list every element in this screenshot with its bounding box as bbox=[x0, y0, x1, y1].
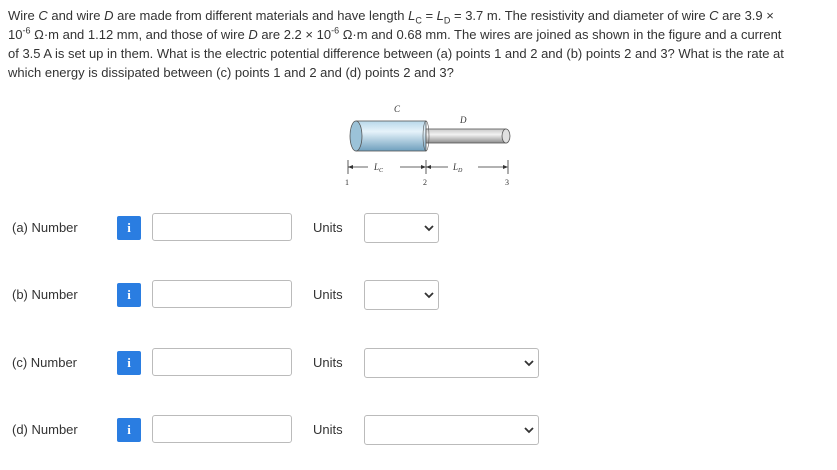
chevron-down-icon bbox=[424, 225, 434, 232]
answer-row-c: (c) Number i Units bbox=[0, 348, 837, 378]
label-ld: LD bbox=[452, 162, 463, 174]
units-select-c[interactable] bbox=[364, 348, 539, 378]
units-label: Units bbox=[313, 220, 343, 235]
number-input-b[interactable] bbox=[152, 280, 292, 308]
chevron-down-icon bbox=[524, 427, 534, 434]
wire-c bbox=[355, 120, 427, 152]
point-3-label: 3 bbox=[505, 178, 509, 187]
wire-figure: C D LC LD 1 2 3 bbox=[336, 96, 516, 190]
wire-diagram: C D LC LD 1 2 3 bbox=[345, 104, 511, 187]
answer-label: (a) Number bbox=[12, 220, 78, 235]
info-icon[interactable]: i bbox=[117, 351, 141, 375]
chevron-down-icon bbox=[424, 292, 434, 299]
answer-row-b: (b) Number i Units bbox=[0, 280, 837, 310]
units-label: Units bbox=[313, 355, 343, 370]
info-icon[interactable]: i bbox=[117, 216, 141, 240]
answer-row-d: (d) Number i Units bbox=[0, 415, 837, 445]
point-1-label: 1 bbox=[345, 178, 349, 187]
info-icon[interactable]: i bbox=[117, 283, 141, 307]
units-select-d[interactable] bbox=[364, 415, 539, 445]
number-input-d[interactable] bbox=[152, 415, 292, 443]
problem-line-4: which energy is dissipated between (c) p… bbox=[8, 65, 454, 80]
wire-d bbox=[425, 128, 507, 144]
problem-line-1: Wire C and wire D are made from differen… bbox=[8, 8, 774, 26]
units-select-a[interactable] bbox=[364, 213, 439, 243]
info-icon[interactable]: i bbox=[117, 418, 141, 442]
problem-line-2: 10-6 Ω·m and 1.12 mm, and those of wire … bbox=[8, 25, 782, 42]
answer-label: (d) Number bbox=[12, 422, 78, 437]
label-c: C bbox=[394, 104, 401, 114]
answer-label: (c) Number bbox=[12, 355, 78, 370]
number-input-c[interactable] bbox=[152, 348, 292, 376]
label-lc: LC bbox=[373, 162, 384, 174]
problem-statement: Wire C and wire D are made from differen… bbox=[8, 6, 837, 82]
number-input-a[interactable] bbox=[152, 213, 292, 241]
wire-c-end bbox=[349, 120, 363, 152]
problem-line-3: of 3.5 A is set up in them. What is the … bbox=[8, 46, 784, 61]
answer-label: (b) Number bbox=[12, 287, 78, 302]
chevron-down-icon bbox=[524, 360, 534, 367]
units-select-b[interactable] bbox=[364, 280, 439, 310]
wire-d-end bbox=[501, 128, 511, 144]
answer-row-a: (a) Number i Units bbox=[0, 213, 837, 243]
units-label: Units bbox=[313, 287, 343, 302]
units-label: Units bbox=[313, 422, 343, 437]
point-2-label: 2 bbox=[423, 178, 427, 187]
label-d: D bbox=[459, 115, 467, 125]
